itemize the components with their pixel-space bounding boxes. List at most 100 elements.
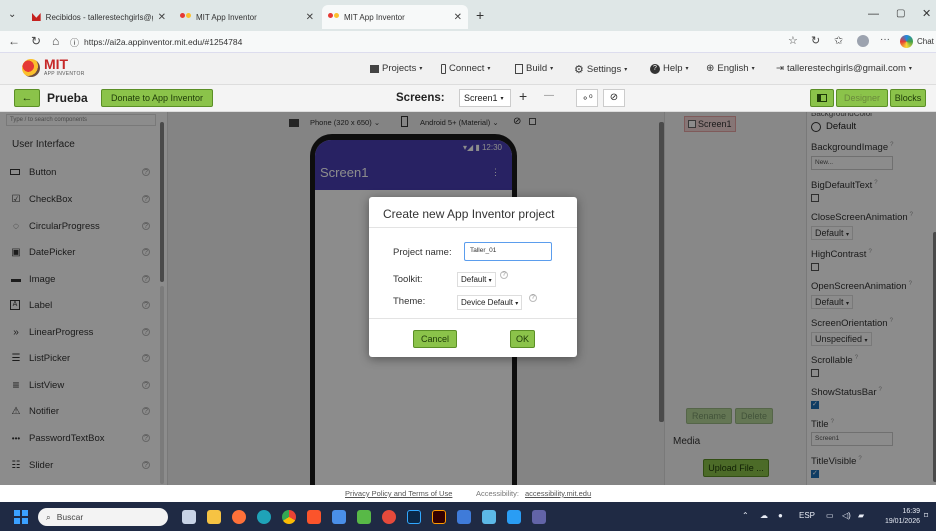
ok-button[interactable]: OK [510,330,535,348]
teams-icon[interactable] [532,510,546,524]
toolkit-help-icon[interactable]: ? [500,271,508,279]
project-name: Prueba [47,91,88,105]
back-icon[interactable]: ← [8,34,20,48]
back-to-projects-button[interactable]: ← [14,89,40,107]
tray-app-icon[interactable]: ● [778,511,783,520]
illustrator-icon[interactable] [432,510,446,524]
build-icon [515,63,523,74]
tab-gmail[interactable]: Recibidos - tallerestechgirls@gmai ✕ [26,5,172,29]
remove-screen-button[interactable]: — [544,90,554,101]
dialog-footer-divider [369,318,577,319]
caret-down-icon: ▾ [550,66,554,72]
refresh-extension-icon[interactable]: ↻ [811,34,820,47]
help-circle-icon: ? [650,63,660,74]
close-tab-icon[interactable]: ✕ [306,12,314,23]
taskbar-clock[interactable]: 16:39 19/01/2026 [880,507,920,527]
accessibility-label: Accessibility: [476,489,519,498]
phone-connect-icon [441,63,446,74]
app-inventor-logo[interactable]: MIT APP INVENTOR [22,56,112,81]
donate-button[interactable]: Donate to App Inventor [101,89,213,107]
screen-select[interactable]: Screen1 ▾ [459,89,511,107]
brave-icon[interactable] [307,510,321,524]
notifications-icon[interactable]: ⌑ [924,511,928,520]
app-green-icon[interactable] [357,510,371,524]
new-tab-icon[interactable]: + [476,7,484,23]
task-view-icon[interactable] [182,510,196,524]
language-indicator[interactable]: ESP [799,511,815,520]
file-explorer-icon[interactable] [207,510,221,524]
tab-list-chevron-icon[interactable]: ⌄ [8,9,16,20]
component-tree-toggle-button[interactable]: ⚬⁰ [576,89,598,107]
app-teal-icon[interactable] [507,510,521,524]
caret-down-icon: ▾ [685,66,689,72]
caret-down-icon: ▾ [500,95,504,102]
favorite-star-icon[interactable]: ☆ [788,34,798,47]
profile-avatar-icon[interactable] [857,35,869,47]
home-icon[interactable]: ⌂ [52,34,59,48]
app-inventor-favicon-icon [328,12,339,22]
project-name-label: Project name: [393,247,452,258]
cancel-button[interactable]: Cancel [413,330,457,348]
menu-connect[interactable]: Connect ▾ [441,63,490,74]
menu-build[interactable]: Build ▾ [515,63,553,74]
reload-icon[interactable]: ↻ [31,34,41,48]
url-field[interactable]: ⓘ https://ai2a.appinventor.mit.edu/#1254… [70,34,770,50]
designer-button[interactable]: Designer [836,89,888,107]
hidden-components-toggle-button[interactable]: ⊘ [603,89,625,107]
more-options-icon[interactable]: ··· [880,34,890,45]
site-info-icon: ⓘ [70,37,80,48]
favorites-icon[interactable]: ✩ [834,34,843,47]
project-name-input[interactable]: Taller_01 [464,242,552,261]
network-icon[interactable]: ▭ [826,511,834,520]
caret-down-icon: ▾ [487,66,491,72]
volume-icon[interactable]: ◁) [842,511,851,520]
toolkit-select[interactable]: Default ▾ [457,272,496,287]
add-screen-button[interactable]: + [519,88,527,104]
onedrive-icon[interactable]: ☁ [760,511,768,520]
store-icon[interactable] [332,510,346,524]
windows-start-icon[interactable] [14,510,28,524]
tree-icon: ⚬⁰ [581,93,593,103]
photoshop-icon[interactable] [407,510,421,524]
privacy-policy-link[interactable]: Privacy Policy and Terms of Use [345,489,452,498]
battery-icon[interactable]: ▰ [858,511,864,520]
close-tab-icon[interactable]: ✕ [454,12,462,23]
app-red-icon[interactable] [382,510,396,524]
browser-tab-bar: ⌄ Recibidos - tallerestechgirls@gmai ✕ M… [0,0,936,31]
firefox-icon[interactable] [232,510,246,524]
chrome-icon[interactable] [282,510,296,524]
user-account-menu[interactable]: ⇥ tallerestechgirls@gmail.com ▾ [776,63,912,74]
menu-help[interactable]: ? Help ▾ [650,63,689,74]
caret-down-icon: ▾ [624,67,628,73]
taskbar-search-box[interactable]: ⌕ Buscar [38,508,168,526]
maximize-icon[interactable]: ▢ [896,8,905,19]
tab-app-inventor-1[interactable]: MIT App Inventor ✕ [174,5,320,29]
create-project-dialog: Create new App Inventor project Project … [369,197,577,357]
tab-app-inventor-2[interactable]: MIT App Inventor ✕ [322,5,468,29]
chat-label[interactable]: Chat [917,37,934,46]
caret-down-icon: ▾ [515,301,519,307]
address-bar-row: ← ↻ ⌂ ⓘ https://ai2a.appinventor.mit.edu… [0,31,936,53]
app-blue-icon[interactable] [482,510,496,524]
menu-projects[interactable]: Projects ▾ [370,63,422,74]
accessibility-link[interactable]: accessibility.mit.edu [525,489,591,498]
tray-chevron-icon[interactable]: ⌃ [742,511,749,520]
caret-down-icon: ▾ [488,278,492,284]
menu-language[interactable]: ⊕ English ▾ [706,63,755,74]
page-footer: Privacy Policy and Terms of Use Accessib… [0,485,936,502]
photos-icon[interactable] [457,510,471,524]
app-inventor-favicon-icon [180,12,191,22]
close-window-icon[interactable]: ✕ [922,7,931,20]
close-tab-icon[interactable]: ✕ [158,12,166,23]
edge-icon[interactable] [257,510,271,524]
theme-label: Theme: [393,296,426,307]
panel-toggle-button[interactable] [810,89,834,107]
menu-settings[interactable]: ⚙ Settings ▾ [574,63,627,76]
copilot-icon[interactable] [900,35,913,48]
theme-help-icon[interactable]: ? [529,294,537,302]
theme-select[interactable]: Device Default ▾ [457,295,523,310]
minimize-icon[interactable]: — [868,8,879,20]
search-icon: ⌕ [46,511,51,522]
dialog-divider [369,227,577,228]
blocks-button[interactable]: Blocks [890,89,926,107]
